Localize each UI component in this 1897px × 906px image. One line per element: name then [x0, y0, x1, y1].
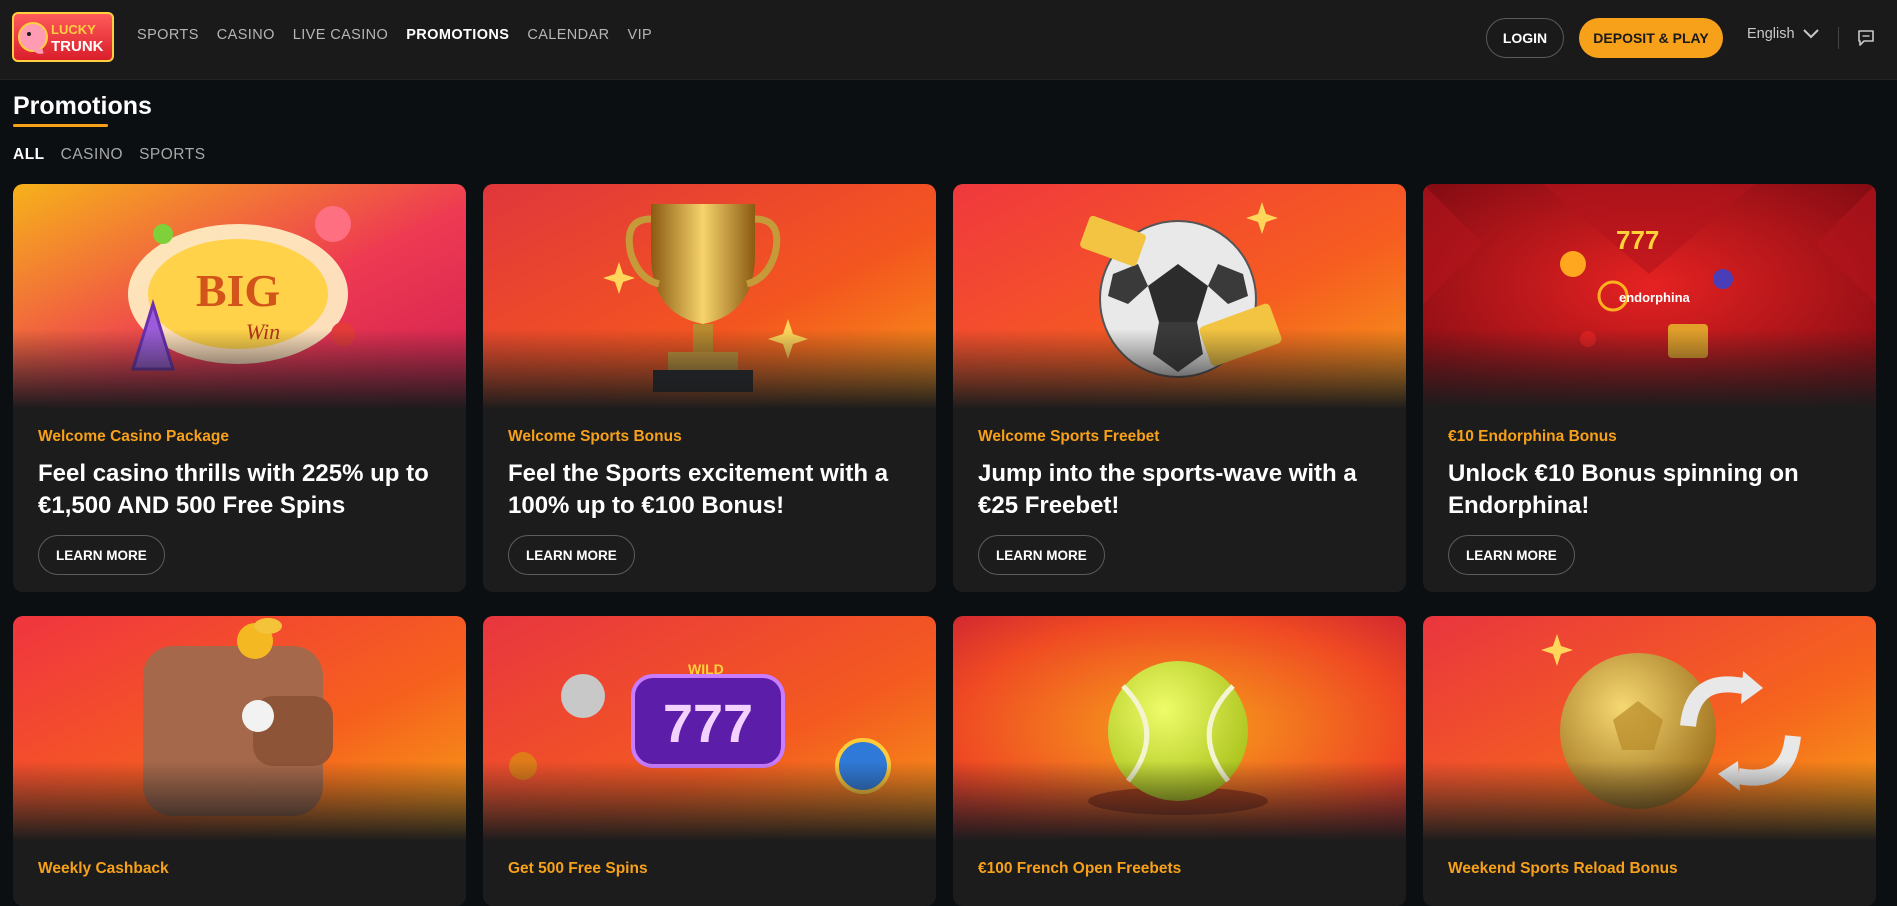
- deposit-play-button[interactable]: DEPOSIT & PLAY: [1579, 18, 1723, 58]
- learn-more-button[interactable]: LEARN MORE: [508, 535, 635, 575]
- promo-category: Weekly Cashback: [38, 860, 169, 877]
- learn-more-button[interactable]: LEARN MORE: [1448, 535, 1575, 575]
- promo-category: Welcome Casino Package: [38, 428, 229, 445]
- promo-image-big-win: BIG Win: [13, 184, 466, 409]
- login-button[interactable]: LOGIN: [1486, 18, 1564, 58]
- filter-all[interactable]: ALL: [13, 146, 45, 164]
- promo-category: Welcome Sports Freebet: [978, 428, 1160, 445]
- promo-category: €100 French Open Freebets: [978, 860, 1182, 877]
- nav-promotions[interactable]: PROMOTIONS: [406, 27, 509, 43]
- language-label: English: [1747, 26, 1795, 42]
- main-nav: SPORTS CASINO LIVE CASINO PROMOTIONS CAL…: [137, 27, 670, 43]
- learn-more-button[interactable]: LEARN MORE: [978, 535, 1105, 575]
- lucky-trunk-logo[interactable]: LUCKY TRUNK: [12, 12, 114, 62]
- promo-card[interactable]: Weekend Sports Reload Bonus: [1423, 616, 1876, 906]
- promo-image-slot-777: 777 WILD: [483, 616, 936, 841]
- filter-casino[interactable]: CASINO: [61, 146, 123, 164]
- promo-card[interactable]: Welcome Sports Bonus Feel the Sports exc…: [483, 184, 936, 592]
- promo-headline: Feel casino thrills with 225% up to €1,5…: [38, 460, 429, 519]
- promo-card[interactable]: 777 WILD Get 500 Free Spins: [483, 616, 936, 906]
- promo-category: Welcome Sports Bonus: [508, 428, 682, 445]
- svg-text:WILD: WILD: [688, 661, 724, 677]
- nav-vip[interactable]: VIP: [628, 27, 653, 43]
- title-underline: [13, 124, 108, 127]
- promo-category: €10 Endorphina Bonus: [1448, 428, 1617, 445]
- promo-image-wallet: [13, 616, 466, 841]
- svg-text:BIG: BIG: [196, 265, 280, 316]
- promo-card[interactable]: 777 endorphina €10 Endorphina Bonus Unlo…: [1423, 184, 1876, 592]
- promo-image-endorphina: 777 endorphina: [1423, 184, 1876, 409]
- top-navigation-bar: LUCKY TRUNK SPORTS CASINO LIVE CASINO PR…: [0, 0, 1897, 80]
- promo-card[interactable]: Weekly Cashback: [13, 616, 466, 906]
- promo-card[interactable]: €100 French Open Freebets: [953, 616, 1406, 906]
- page-title: Promotions: [13, 92, 152, 120]
- promo-image-soccer-ball: [953, 184, 1406, 409]
- nav-calendar[interactable]: CALENDAR: [527, 27, 609, 43]
- chevron-down-icon: [1802, 29, 1819, 39]
- promo-category: Weekend Sports Reload Bonus: [1448, 860, 1678, 877]
- chat-icon[interactable]: [1856, 28, 1876, 48]
- nav-sports[interactable]: SPORTS: [137, 27, 199, 43]
- promo-image-tennis-ball: [953, 616, 1406, 841]
- svg-text:Win: Win: [246, 319, 280, 344]
- header-divider: [1838, 27, 1839, 49]
- promo-headline: Jump into the sports-wave with a €25 Fre…: [978, 460, 1357, 519]
- svg-text:endorphina: endorphina: [1619, 290, 1691, 305]
- language-selector[interactable]: English: [1747, 26, 1819, 42]
- nav-casino[interactable]: CASINO: [217, 27, 275, 43]
- learn-more-button[interactable]: LEARN MORE: [38, 535, 165, 575]
- svg-text:LUCKY: LUCKY: [51, 22, 96, 37]
- elephant-logo-icon: LUCKY TRUNK: [18, 22, 104, 55]
- nav-live-casino[interactable]: LIVE CASINO: [293, 27, 388, 43]
- promo-card[interactable]: Welcome Sports Freebet Jump into the spo…: [953, 184, 1406, 592]
- promotion-filters: ALL CASINO SPORTS: [13, 146, 222, 164]
- svg-text:777: 777: [663, 694, 753, 754]
- filter-sports[interactable]: SPORTS: [139, 146, 205, 164]
- svg-text:TRUNK: TRUNK: [51, 38, 104, 55]
- promo-category: Get 500 Free Spins: [508, 860, 648, 877]
- svg-text:777: 777: [1616, 225, 1659, 255]
- promo-headline: Feel the Sports excitement with a 100% u…: [508, 460, 889, 519]
- promo-card[interactable]: BIG Win Welcome Casino Package Feel casi…: [13, 184, 466, 592]
- promo-headline: Unlock €10 Bonus spinning on Endorphina!: [1448, 460, 1799, 519]
- promo-image-trophy: [483, 184, 936, 409]
- promo-image-gold-ball-reload: [1423, 616, 1876, 841]
